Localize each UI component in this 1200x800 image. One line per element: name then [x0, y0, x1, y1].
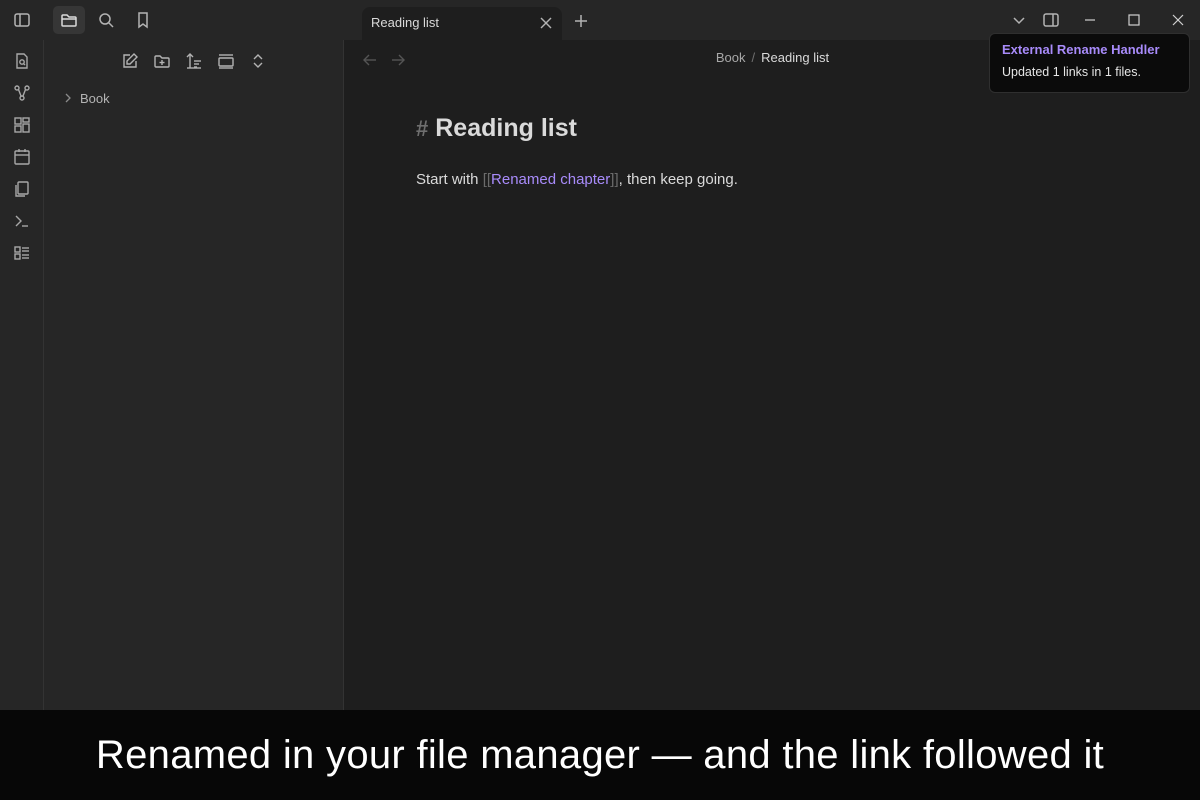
note-heading[interactable]: # Reading list: [416, 114, 577, 143]
bases-button[interactable]: [10, 241, 34, 265]
internal-link[interactable]: Renamed chapter: [491, 171, 610, 188]
heading-marker: #: [416, 116, 429, 141]
breadcrumb-current[interactable]: Reading list: [761, 50, 829, 65]
bookmark-icon: [138, 12, 148, 29]
editor-pane: Book / Reading list # Reading list Start w…: [345, 40, 1200, 710]
canvas-icon: [14, 117, 30, 133]
notice-title: External Rename Handler: [1002, 42, 1160, 57]
new-folder-icon: [154, 55, 170, 68]
maximize-button[interactable]: [1120, 8, 1148, 32]
tree-folder-book[interactable]: Book: [62, 88, 110, 108]
close-icon: [540, 17, 552, 29]
daily-note-icon: [14, 149, 30, 165]
sidebar-right-icon: [1043, 13, 1059, 27]
tab-close-button[interactable]: [538, 15, 554, 31]
note-paragraph[interactable]: Start with [[Renamed chapter]], then kee…: [416, 171, 738, 188]
graph-view-icon: [14, 85, 30, 101]
tab-list-button[interactable]: [1005, 8, 1033, 32]
link-open-bracket: [[: [482, 171, 492, 188]
tree-folder-label: Book: [80, 90, 110, 106]
search-tab-button[interactable]: [90, 6, 122, 34]
canvas-button[interactable]: [10, 113, 34, 137]
sidebar-toggle-button[interactable]: [6, 6, 38, 34]
minimize-icon: [1085, 19, 1095, 21]
collapse-all-button[interactable]: [246, 50, 270, 72]
tab-reading-list[interactable]: Reading list: [362, 7, 562, 40]
auto-reveal-button[interactable]: [214, 50, 238, 72]
bookmarks-tab-button[interactable]: [127, 6, 159, 34]
chevron-down-icon: [1013, 17, 1025, 25]
caption-bar: Renamed in your file manager — and the l…: [0, 710, 1200, 800]
ribbon: [0, 40, 44, 710]
sort-button[interactable]: [182, 50, 206, 72]
quick-switcher-button[interactable]: [10, 49, 34, 73]
graph-view-button[interactable]: [10, 81, 34, 105]
notice-toast[interactable]: External Rename Handler Updated 1 links …: [989, 33, 1190, 93]
new-folder-button[interactable]: [150, 50, 174, 72]
search-icon: [99, 13, 114, 28]
close-icon: [1172, 14, 1184, 26]
open-quick-switcher-icon: [16, 53, 28, 69]
heading-text: Reading list: [435, 114, 577, 142]
new-note-button[interactable]: [118, 50, 142, 72]
new-tab-button[interactable]: [570, 10, 592, 32]
command-palette-button[interactable]: [10, 209, 34, 233]
tab-title: Reading list: [371, 15, 439, 30]
notice-body: Updated 1 links in 1 files.: [1002, 65, 1141, 79]
templates-button[interactable]: [10, 177, 34, 201]
caption-text: Renamed in your file manager — and the l…: [95, 732, 1105, 777]
bases-icon: [14, 246, 29, 260]
command-palette-icon: [15, 215, 28, 227]
window-close-button[interactable]: [1164, 8, 1192, 32]
auto-reveal-icon: [218, 54, 234, 69]
paragraph-text-before: Start with: [416, 171, 483, 188]
breadcrumb-separator: /: [751, 50, 756, 65]
new-note-icon: [123, 53, 138, 68]
files-tab-button[interactable]: [53, 6, 85, 34]
collapse-all-icon: [253, 54, 263, 68]
chevron-right-icon: [62, 92, 74, 104]
right-sidebar-toggle-button[interactable]: [1037, 8, 1065, 32]
link-close-bracket: ]]: [610, 171, 619, 188]
templates-icon: [15, 181, 29, 197]
plus-icon: [575, 15, 587, 27]
maximize-icon: [1128, 14, 1140, 26]
minimize-button[interactable]: [1076, 8, 1104, 32]
paragraph-text-after: , then keep going.: [618, 171, 738, 188]
sidebar-toggle-icon: [14, 13, 30, 27]
file-explorer: Book: [44, 40, 344, 710]
breadcrumb-parent[interactable]: Book: [716, 50, 746, 65]
sort-icon: [186, 53, 201, 69]
folder-icon: [61, 14, 77, 27]
daily-note-button[interactable]: [10, 145, 34, 169]
